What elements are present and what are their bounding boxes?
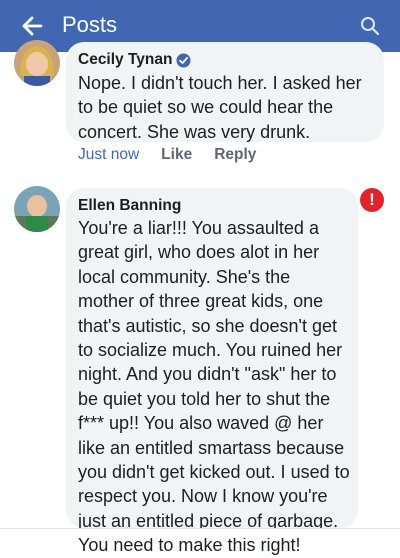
- avatar-cecily[interactable]: [14, 40, 60, 86]
- avatar-image-icon: [14, 186, 60, 232]
- back-arrow-icon[interactable]: [14, 8, 50, 44]
- comment-author[interactable]: Cecily Tynan: [78, 51, 372, 69]
- like-button[interactable]: Like: [161, 146, 192, 168]
- author-name[interactable]: Ellen Banning: [78, 197, 181, 215]
- avatar-ellen[interactable]: [14, 186, 60, 232]
- search-icon[interactable]: [354, 10, 386, 42]
- comment-actions: Just now Like Reply: [78, 146, 256, 168]
- error-exclamation-icon[interactable]: !: [360, 188, 384, 212]
- comment-bubble-ellen: Ellen Banning You're a liar!!! You assau…: [66, 188, 358, 555]
- avatar-image-icon: [14, 40, 60, 86]
- author-name[interactable]: Cecily Tynan: [78, 51, 172, 69]
- comment-text: Nope. I didn't touch her. I asked her to…: [78, 73, 362, 142]
- page-title: Posts: [62, 12, 118, 37]
- magnifier-icon: [361, 17, 380, 36]
- arrow-left-icon: [22, 16, 43, 36]
- comment-author[interactable]: Ellen Banning: [78, 197, 346, 215]
- timestamp-link[interactable]: Just now: [78, 146, 139, 168]
- comment-bubble-cecily: Cecily Tynan Nope. I didn't touch her. I…: [66, 42, 384, 142]
- reply-button[interactable]: Reply: [214, 146, 256, 168]
- comment-text: You're a liar!!! You assaulted a great g…: [78, 218, 350, 556]
- verified-badge-icon: [176, 53, 191, 67]
